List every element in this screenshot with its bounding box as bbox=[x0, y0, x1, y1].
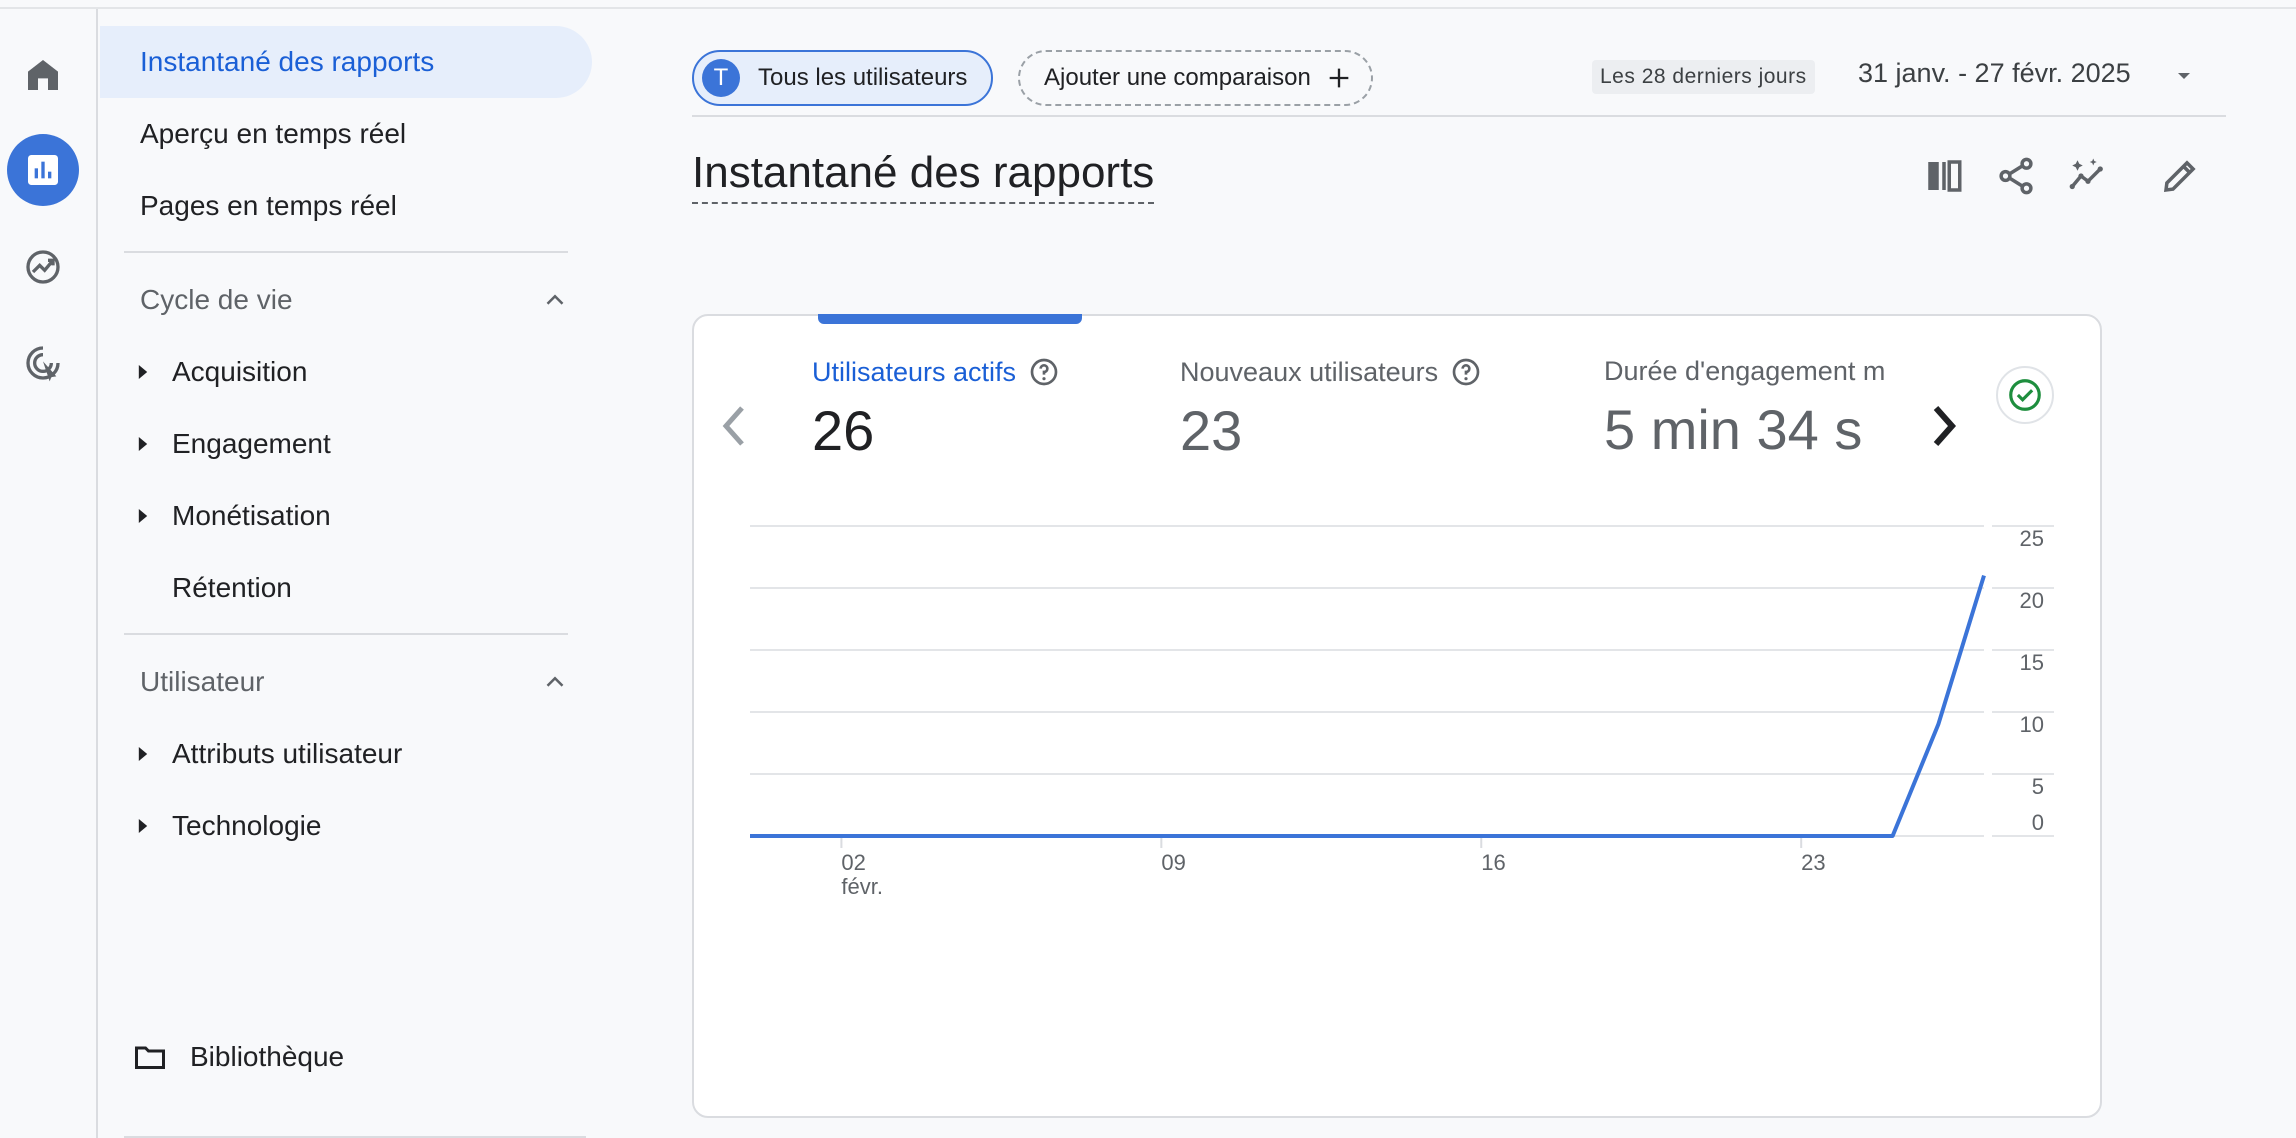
nav-item-label: Instantané des rapports bbox=[140, 46, 435, 77]
caret-right-icon bbox=[118, 747, 150, 761]
explore-icon[interactable] bbox=[7, 231, 79, 303]
metric-value: 26 bbox=[812, 399, 875, 462]
x-tick-label: 23 bbox=[1801, 850, 1825, 875]
metric-new-users[interactable]: Nouveaux utilisateurs 23 bbox=[1180, 356, 1482, 463]
y-tick-label: 20 bbox=[2020, 588, 2044, 613]
chevron-right-icon[interactable] bbox=[1924, 396, 1964, 456]
nav-divider bbox=[124, 251, 568, 253]
nav-item-label: Attributs utilisateur bbox=[172, 738, 403, 769]
x-tick-sublabel: févr. bbox=[841, 874, 883, 899]
segment-label: Tous les utilisateurs bbox=[758, 64, 968, 91]
caret-right-icon bbox=[118, 437, 150, 451]
metric-active-users[interactable]: Utilisateurs actifs 26 bbox=[812, 356, 1060, 463]
compare-columns-icon[interactable] bbox=[1918, 150, 1970, 202]
top-edge bbox=[0, 0, 2296, 9]
folder-icon bbox=[135, 1046, 165, 1069]
report-nav: Instantané des rapports Aperçu en temps … bbox=[100, 9, 600, 1138]
nav-item-reports-snapshot[interactable]: Instantané des rapports bbox=[100, 26, 592, 98]
nav-item-realtime-pages[interactable]: Pages en temps réel bbox=[100, 170, 397, 242]
section-title: Cycle de vie bbox=[140, 284, 293, 315]
x-tick-label: 09 bbox=[1161, 850, 1185, 875]
help-icon[interactable] bbox=[1450, 356, 1482, 388]
metric-label: Nouveaux utilisateurs bbox=[1180, 356, 1439, 387]
home-icon[interactable] bbox=[7, 39, 79, 111]
nav-item-label: Rétention bbox=[172, 572, 292, 603]
chevron-up-icon bbox=[546, 676, 564, 687]
y-tick-label: 5 bbox=[2032, 774, 2044, 799]
library-label: Bibliothèque bbox=[190, 1041, 345, 1072]
y-tick-label: 25 bbox=[2020, 526, 2044, 551]
nav-item-label: Technologie bbox=[172, 810, 322, 841]
chevron-left-icon[interactable] bbox=[714, 396, 754, 456]
share-icon[interactable] bbox=[1990, 150, 2042, 202]
metric-label: Durée d'engagement m bbox=[1604, 356, 1886, 386]
section-title: Utilisateur bbox=[140, 666, 265, 697]
active-users-chart: 0 5 10 15 20 25 02févr. 09 16 23 bbox=[750, 525, 2054, 899]
edit-icon[interactable] bbox=[2154, 150, 2206, 202]
compare-label: Ajouter une comparaison bbox=[1044, 64, 1311, 91]
nav-item-library[interactable]: Bibliothèque bbox=[132, 1039, 344, 1075]
page-title[interactable]: Instantané des rapports bbox=[692, 148, 1155, 204]
nav-item-label: Engagement bbox=[172, 428, 331, 459]
active-tab-indicator bbox=[818, 314, 1082, 324]
reports-icon[interactable] bbox=[7, 134, 79, 206]
plus-icon bbox=[1329, 68, 1349, 88]
nav-item-monetization[interactable]: Monétisation bbox=[100, 486, 331, 546]
snapshot-card: Utilisateurs actifs 26 Nouveaux utilisat… bbox=[692, 314, 2102, 1118]
all-users-chip[interactable]: T Tous les utilisateurs bbox=[692, 50, 994, 106]
caret-right-icon bbox=[118, 819, 150, 833]
chevron-up-icon bbox=[546, 294, 564, 305]
x-tick-label: 16 bbox=[1481, 850, 1505, 875]
metric-label: Utilisateurs actifs bbox=[812, 356, 1017, 387]
nav-item-realtime-overview[interactable]: Aperçu en temps réel bbox=[100, 98, 406, 170]
section-user-header[interactable]: Utilisateur bbox=[140, 652, 570, 712]
nav-item-engagement[interactable]: Engagement bbox=[100, 414, 331, 474]
date-preset-tag[interactable]: Les 28 derniers jours bbox=[1592, 60, 1815, 94]
series-line-active-users bbox=[750, 575, 1986, 838]
icon-rail bbox=[0, 9, 98, 1138]
date-range-picker[interactable]: 31 janv. - 27 févr. 2025 bbox=[1858, 58, 2131, 89]
insights-icon[interactable] bbox=[2062, 150, 2114, 202]
caret-right-icon bbox=[118, 365, 150, 379]
segment-avatar: T bbox=[702, 59, 740, 97]
nav-item-acquisition[interactable]: Acquisition bbox=[100, 342, 307, 402]
check-circle-icon[interactable] bbox=[1996, 366, 2054, 424]
y-tick-label: 10 bbox=[2020, 712, 2044, 737]
metric-value: 23 bbox=[1180, 399, 1243, 462]
y-tick-label: 0 bbox=[2032, 810, 2044, 835]
nav-item-label: Pages en temps réel bbox=[140, 190, 397, 221]
nav-divider bbox=[124, 633, 568, 635]
nav-item-label: Monétisation bbox=[172, 500, 331, 531]
metric-engagement-time[interactable]: Durée d'engagement m 5 min 34 s bbox=[1604, 356, 1914, 462]
caret-right-icon bbox=[118, 509, 150, 523]
metric-value: 5 min 34 s bbox=[1604, 398, 1863, 461]
advertising-icon[interactable] bbox=[7, 327, 79, 399]
help-icon[interactable] bbox=[1028, 356, 1060, 388]
x-tick-label: 02 bbox=[841, 850, 865, 875]
nav-item-technology[interactable]: Technologie bbox=[100, 796, 321, 856]
nav-item-retention[interactable]: Rétention bbox=[100, 558, 292, 618]
section-lifecycle-header[interactable]: Cycle de vie bbox=[140, 270, 570, 330]
nav-item-user-attributes[interactable]: Attributs utilisateur bbox=[100, 724, 402, 784]
add-comparison-button[interactable]: Ajouter une comparaison bbox=[1018, 50, 1373, 106]
nav-item-label: Acquisition bbox=[172, 356, 308, 387]
y-tick-label: 15 bbox=[2020, 650, 2044, 675]
nav-item-label: Aperçu en temps réel bbox=[140, 118, 407, 149]
dropdown-arrow-icon[interactable] bbox=[2174, 66, 2194, 86]
header-divider bbox=[692, 115, 2226, 117]
